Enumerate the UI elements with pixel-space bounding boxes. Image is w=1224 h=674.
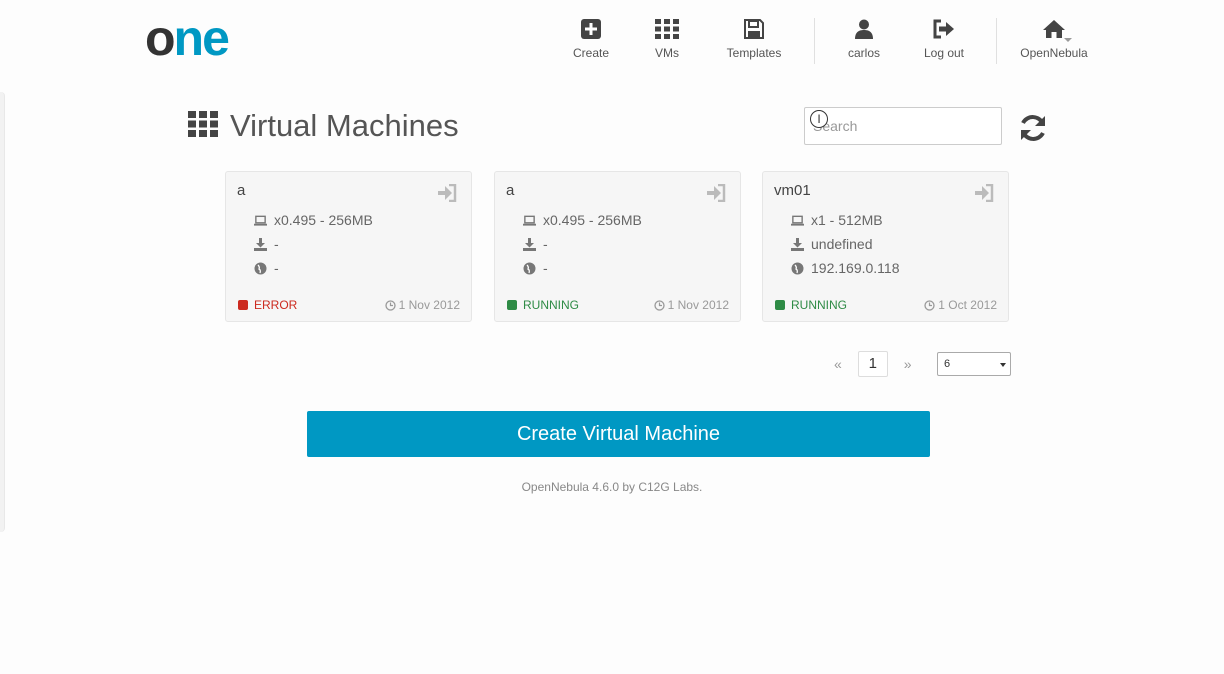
search-input[interactable] [805,108,1001,144]
caret-down-icon [1000,363,1006,367]
grid-icon [652,18,682,42]
vm-disk-row: undefined [791,236,873,252]
nav-divider [996,18,997,64]
vm-disk: undefined [811,236,873,252]
plus-square-icon [572,18,610,42]
refresh-button[interactable] [1018,113,1048,148]
nav-templates[interactable]: Templates [724,18,784,60]
vm-capacity-row: x0.495 - 256MB [523,212,642,228]
text-cursor-icon: I [810,110,828,128]
vm-ip: - [543,260,548,276]
status-badge: RUNNING [775,298,847,312]
vm-capacity: x0.495 - 256MB [543,212,642,228]
nav-divider [814,18,815,64]
per-page-select[interactable]: 6 [937,352,1011,376]
floppy-disk-icon [724,18,784,42]
vm-date: 1 Nov 2012 [653,298,729,312]
top-nav: Create VMs Templates carlos Log out Open… [0,18,1224,68]
laptop-icon [254,214,267,227]
vm-disk: - [543,236,548,252]
vm-date-text: 1 Nov 2012 [398,298,460,312]
globe-icon [254,262,267,275]
pagination-prev[interactable]: « [826,356,850,372]
vm-name: vm01 [774,182,811,199]
nav-vms[interactable]: VMs [652,18,682,60]
pagination-current-page[interactable]: 1 [857,351,888,377]
status-text: RUNNING [791,298,847,312]
laptop-icon [791,214,804,227]
footer-text: OpenNebula 4.6.0 by C12G Labs. [521,480,703,494]
pagination: « 1 » [826,351,920,377]
vm-ip-row: 192.169.0.118 [791,260,900,276]
globe-icon [791,262,804,275]
vm-date-text: 1 Oct 2012 [938,298,997,312]
status-badge: RUNNING [507,298,579,312]
vm-card[interactable]: vm01 x1 - 512MB undefined 192.169.0.118 … [762,171,1009,322]
nav-zone[interactable]: OpenNebula [1018,18,1090,60]
home-icon [1018,18,1090,42]
download-icon [254,237,267,251]
laptop-icon [523,214,536,227]
clock-icon [384,299,396,311]
vm-date: 1 Nov 2012 [384,298,460,312]
globe-icon [523,262,536,275]
nav-zone-label: OpenNebula [1020,46,1088,60]
status-dot [238,300,248,310]
side-panel-edge [0,92,5,532]
vm-card[interactable]: a x0.495 - 256MB - - RUNNING 1 Nov 2012 [494,171,741,322]
create-vm-button[interactable]: Create Virtual Machine [307,411,930,457]
vm-ip: - [274,260,279,276]
sign-out-icon [922,18,966,42]
refresh-icon [1021,115,1045,141]
nav-user[interactable]: carlos [846,18,882,60]
nav-logout[interactable]: Log out [922,18,966,60]
grid-icon [188,110,218,142]
vm-ip: 192.169.0.118 [811,260,900,276]
chevron-down-icon [1064,38,1072,42]
clock-icon [924,299,935,311]
search-field[interactable] [804,107,1002,145]
vm-date: 1 Oct 2012 [924,298,997,312]
status-text: ERROR [254,298,298,312]
vm-capacity: x1 - 512MB [811,212,883,228]
status-text: RUNNING [523,298,579,312]
vm-disk-row: - [523,236,548,252]
vm-name: a [237,182,246,199]
status-dot [507,300,517,310]
nav-vms-label: VMs [655,46,679,60]
vm-capacity: x0.495 - 256MB [274,212,373,228]
sign-in-icon[interactable] [974,183,994,207]
vm-ip-row: - [523,260,548,276]
per-page-value: 6 [944,358,951,370]
download-icon [523,237,536,251]
page-title: Virtual Machines [188,108,459,144]
vm-date-text: 1 Nov 2012 [667,298,729,312]
vm-disk: - [274,236,279,252]
vm-name: a [506,182,515,199]
nav-templates-label: Templates [726,46,782,60]
vm-card[interactable]: a x0.495 - 256MB - - ERROR 1 Nov 2012 [225,171,472,322]
sign-in-icon[interactable] [437,183,457,207]
status-dot [775,300,785,310]
nav-user-label: carlos [847,46,880,60]
download-icon [791,237,804,251]
page-title-text: Virtual Machines [230,108,459,143]
sign-in-icon[interactable] [706,183,726,207]
clock-icon [653,299,665,311]
status-badge: ERROR [238,298,297,312]
vm-capacity-row: x0.495 - 256MB [254,212,373,228]
nav-create[interactable]: Create [572,18,610,60]
vm-disk-row: - [254,236,279,252]
vm-capacity-row: x1 - 512MB [791,212,883,228]
user-icon [846,18,882,42]
vm-ip-row: - [254,260,279,276]
nav-logout-label: Log out [923,46,965,60]
pagination-next[interactable]: » [896,356,920,372]
nav-create-label: Create [572,46,610,60]
